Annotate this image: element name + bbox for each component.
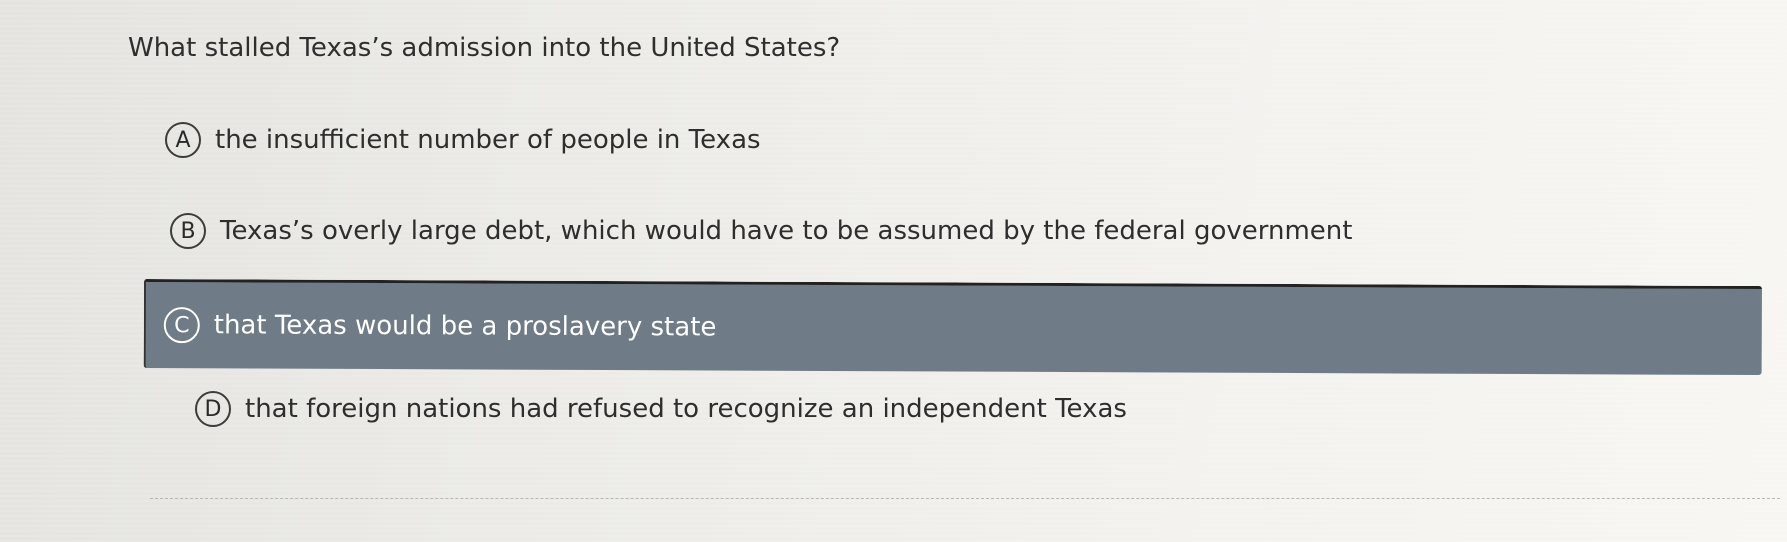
option-text: Texas’s overly large debt, which would h… xyxy=(220,216,1353,246)
option-text: that Texas would be a proslavery state xyxy=(213,310,717,343)
answer-option-a[interactable]: A the insufficient number of people in T… xyxy=(135,104,1755,176)
answer-option-b[interactable]: B Texas’s overly large debt, which would… xyxy=(140,195,1760,267)
option-letter-badge: C xyxy=(163,307,200,344)
answer-option-d[interactable]: D that foreign nations had refused to re… xyxy=(165,373,1765,445)
section-divider xyxy=(150,498,1780,499)
option-text: that foreign nations had refused to reco… xyxy=(245,394,1127,424)
option-letter-badge: D xyxy=(195,391,231,427)
option-letter-badge: A xyxy=(165,122,201,158)
question-text: What stalled Texas’s admission into the … xyxy=(128,33,841,63)
option-letter-badge: B xyxy=(170,213,206,249)
answer-option-c-selected[interactable]: C that Texas would be a proslavery state xyxy=(143,279,1762,376)
option-text: the insufficient number of people in Tex… xyxy=(215,125,761,155)
quiz-screen: What stalled Texas’s admission into the … xyxy=(0,0,1787,542)
